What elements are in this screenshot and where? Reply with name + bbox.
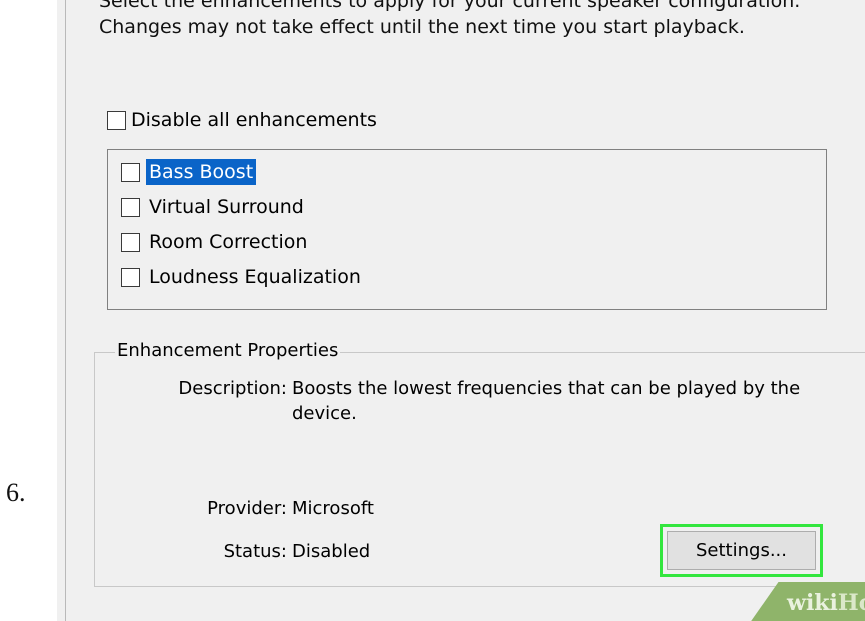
checkbox-box[interactable]	[121, 267, 140, 287]
list-item-label: Bass Boost	[146, 159, 257, 185]
list-item-loudness-equalization[interactable]: Loudness Equalization	[121, 263, 364, 291]
disable-all-label: Disable all enhancements	[131, 109, 377, 131]
checkbox-box[interactable]	[121, 232, 140, 252]
status-label: Status:	[223, 541, 287, 562]
intro-text: Select the enhancements to apply for you…	[99, 0, 801, 38]
settings-button-highlight: Settings...	[660, 524, 823, 577]
list-item-virtual-surround[interactable]: Virtual Surround	[121, 193, 307, 221]
wikihow-watermark: wikiHow	[787, 590, 865, 616]
enhancements-list[interactable]: Bass Boost Virtual Surround Room Correct…	[107, 149, 827, 310]
disable-all-checkbox[interactable]: Disable all enhancements	[107, 109, 377, 131]
status-value: Disabled	[292, 541, 371, 562]
description-value: Boosts the lowest frequencies that can b…	[292, 378, 801, 424]
provider-label: Provider:	[207, 498, 287, 519]
step-number: 6.	[6, 478, 26, 507]
list-item-room-correction[interactable]: Room Correction	[121, 228, 310, 256]
watermark-how: How	[837, 590, 865, 616]
checkbox-box[interactable]	[107, 110, 126, 130]
enhancements-dialog: Select the enhancements to apply for you…	[57, 0, 865, 621]
dialog-edge	[65, 0, 66, 621]
list-item-label: Virtual Surround	[149, 196, 304, 218]
settings-button[interactable]: Settings...	[667, 531, 816, 570]
description-label: Description:	[178, 378, 287, 399]
list-item-bass-boost[interactable]: Bass Boost	[121, 158, 257, 186]
provider-value: Microsoft	[292, 498, 374, 519]
checkbox-box[interactable]	[121, 197, 140, 217]
list-item-label: Loudness Equalization	[149, 266, 361, 288]
list-item-label: Room Correction	[149, 231, 308, 253]
watermark-wiki: wiki	[787, 590, 838, 616]
group-title: Enhancement Properties	[115, 340, 341, 361]
checkbox-box[interactable]	[121, 162, 140, 182]
